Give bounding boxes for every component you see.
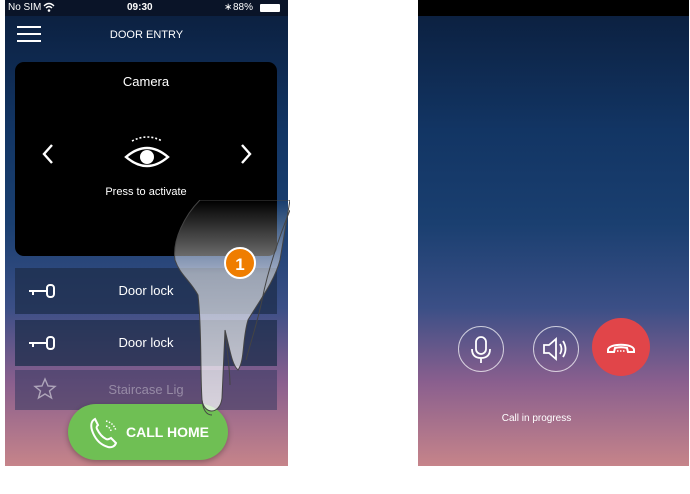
call-status-text: Call in progress bbox=[501, 413, 572, 424]
status-bar: No SIM 09:30 ∗ 88% bbox=[5, 0, 288, 16]
hang-up-icon bbox=[607, 343, 635, 353]
callout-number-badge: 1 bbox=[224, 247, 256, 279]
bluetooth-icon: ∗ bbox=[224, 2, 233, 13]
eye-icon[interactable] bbox=[124, 135, 170, 171]
chevron-left-icon[interactable] bbox=[41, 142, 55, 170]
hang-up-button[interactable] bbox=[592, 318, 650, 376]
speaker-icon bbox=[543, 337, 567, 361]
speaker-button[interactable] bbox=[533, 326, 579, 372]
page-title: DOOR ENTRY bbox=[109, 29, 184, 41]
battery-icon bbox=[260, 4, 280, 12]
chevron-right-icon[interactable] bbox=[239, 142, 253, 170]
microphone-button[interactable] bbox=[458, 326, 504, 372]
phone-handset-icon bbox=[86, 416, 120, 450]
pointing-hand-illustration bbox=[150, 199, 291, 466]
battery-text: 88% bbox=[233, 2, 254, 13]
title-bar: DOOR ENTRY bbox=[5, 16, 288, 56]
wifi-icon bbox=[43, 1, 55, 16]
microphone-icon bbox=[471, 336, 491, 363]
camera-label: Camera bbox=[122, 74, 170, 89]
carrier-text: No SIM bbox=[8, 2, 42, 13]
clock-text: 09:30 bbox=[127, 2, 153, 13]
right-phone-screen: Call in progress bbox=[418, 0, 689, 466]
press-to-activate-text: Press to activate bbox=[105, 186, 187, 198]
top-bar bbox=[418, 0, 689, 16]
